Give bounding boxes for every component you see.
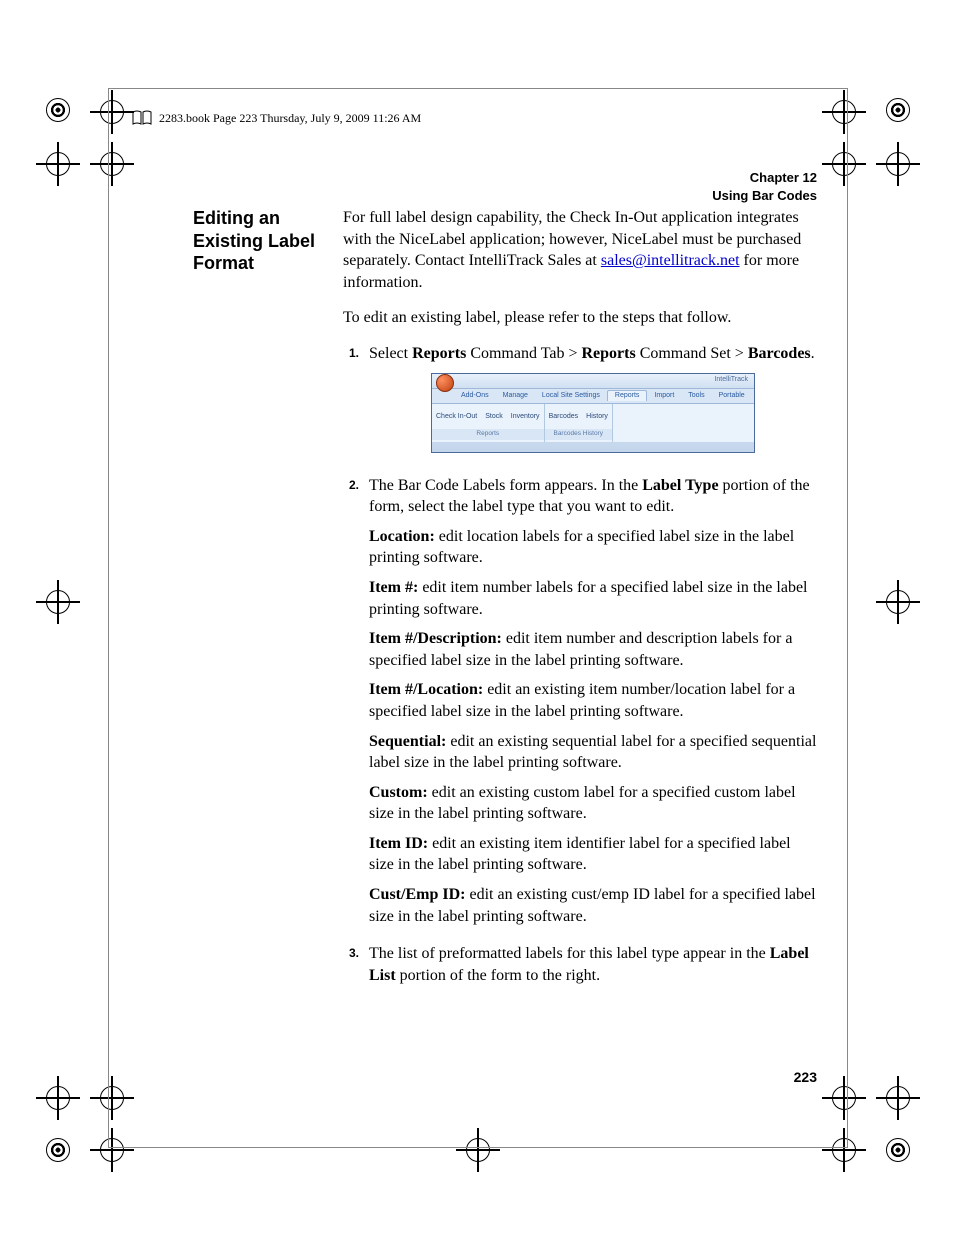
ribbon-tab-portable: Portable (712, 391, 752, 400)
print-mark-icon (44, 96, 72, 124)
labeltype-custom: Custom: edit an existing custom label fo… (369, 782, 817, 825)
step-number: 1. (343, 343, 359, 467)
print-mark-icon (884, 588, 912, 616)
labeltype-custemp: Cust/Emp ID: edit an existing cust/emp I… (369, 884, 817, 927)
ribbon-group-barcodes: Barcodes History Barcodes History (545, 404, 613, 442)
step-1: 1. Select Reports Command Tab > Reports … (343, 343, 817, 467)
ribbon-group-reports: Check In-Out Stock Inventory Reports (432, 404, 545, 442)
print-mark-icon (44, 588, 72, 616)
step-3-text: The list of preformatted labels for this… (369, 943, 817, 986)
lead-paragraph: To edit an existing label, please refer … (343, 307, 817, 329)
step-2: 2. The Bar Code Labels form appears. In … (343, 475, 817, 936)
labeltype-item-desc: Item #/Description: edit item number and… (369, 628, 817, 671)
page-number: 223 (794, 1069, 817, 1085)
page-header-meta: 2283.book Page 223 Thursday, July 9, 200… (131, 109, 421, 127)
app-title: IntelliTrack (714, 375, 748, 384)
labeltype-item-num: Item #: edit item number labels for a sp… (369, 577, 817, 620)
chapter-title: Using Bar Codes (712, 187, 817, 205)
print-mark-icon (884, 96, 912, 124)
ribbon-tab-addons: Add-Ons (454, 391, 496, 400)
step-1-text: Select Reports Command Tab > Reports Com… (369, 343, 817, 365)
chapter-number: Chapter 12 (712, 169, 817, 187)
book-icon (131, 109, 153, 127)
step-number: 2. (343, 475, 359, 936)
ribbon-tabstrip: Add-Ons Manage Local Site Settings Repor… (432, 389, 754, 404)
step-3: 3. The list of preformatted labels for t… (343, 943, 817, 994)
chapter-header: Chapter 12 Using Bar Codes (712, 169, 817, 205)
sales-email-link[interactable]: sales@intellitrack.net (601, 252, 740, 269)
page-frame: 2283.book Page 223 Thursday, July 9, 200… (108, 88, 848, 1148)
ribbon-tab-manage: Manage (496, 391, 535, 400)
print-mark-icon (884, 150, 912, 178)
step-number: 3. (343, 943, 359, 994)
step-2-intro: The Bar Code Labels form appears. In the… (369, 475, 817, 518)
print-mark-icon (884, 1084, 912, 1112)
labeltype-item-loc: Item #/Location: edit an existing item n… (369, 679, 817, 722)
print-mark-icon (44, 1084, 72, 1112)
print-mark-icon (44, 1136, 72, 1164)
ribbon-tab-localsite: Local Site Settings (535, 391, 607, 400)
ribbon-tab-tools: Tools (681, 391, 711, 400)
intro-paragraph: For full label design capability, the Ch… (343, 207, 817, 293)
print-mark-icon (884, 1136, 912, 1164)
section-heading: Editing an Existing Label Format (193, 207, 325, 343)
ribbon-tab-reports: Reports (607, 390, 648, 400)
header-meta-text: 2283.book Page 223 Thursday, July 9, 200… (159, 111, 421, 126)
ribbon-screenshot: IntelliTrack Add-Ons Manage Local Site S… (431, 373, 755, 453)
ribbon-tab-import: Import (647, 391, 681, 400)
labeltype-sequential: Sequential: edit an existing sequential … (369, 731, 817, 774)
labeltype-item-id: Item ID: edit an existing item identifie… (369, 833, 817, 876)
content-area: Editing an Existing Label Format For ful… (193, 207, 817, 1002)
labeltype-location: Location: edit location labels for a spe… (369, 526, 817, 569)
print-mark-icon (44, 150, 72, 178)
office-orb-icon (436, 374, 454, 392)
